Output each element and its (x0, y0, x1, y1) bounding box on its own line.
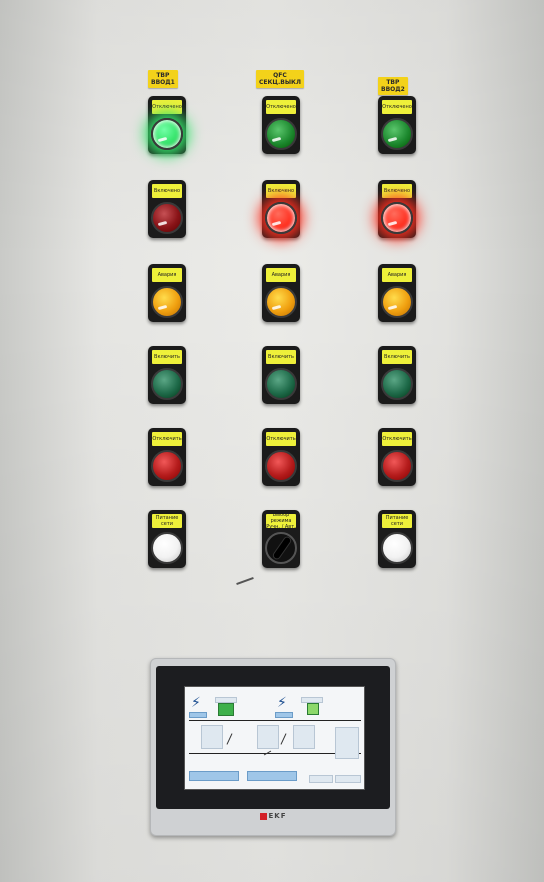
function-label: Включено (382, 184, 412, 198)
ekf-logo-icon (259, 812, 267, 820)
function-label: Отключено (382, 100, 412, 114)
indicator-lamp (381, 202, 413, 234)
indicator-lamp (381, 286, 413, 318)
function-label: Включено (266, 184, 296, 198)
hmi-screen-title (187, 689, 362, 694)
indicator-lamp (151, 118, 183, 150)
lamp-reflection (271, 304, 282, 311)
function-label: Отключить (382, 432, 412, 446)
function-label: Авария (152, 268, 182, 282)
brand-text: EKF (268, 812, 287, 820)
screen-button[interactable] (335, 775, 361, 783)
indicator-lamp (151, 286, 183, 318)
function-label: Отключено (152, 100, 182, 114)
input1-button[interactable] (189, 712, 207, 718)
indicator-lamp (265, 118, 297, 150)
lamp-reflection (387, 136, 398, 143)
input2-button[interactable] (275, 712, 293, 718)
breaker-line (280, 733, 287, 745)
load2-button[interactable] (247, 771, 297, 781)
push-button[interactable] (381, 368, 413, 400)
breaker-status-indicator (218, 703, 234, 716)
indicator-lamp (381, 118, 413, 150)
function-label: Авария (382, 268, 412, 282)
lamp-reflection (157, 136, 168, 143)
function-label: Выбор режима Ручн. / Авт. (266, 514, 296, 528)
function-label: Включено (152, 184, 182, 198)
section-tag-2: QFC СЕКЦ.ВЫКЛ (256, 70, 304, 88)
push-button[interactable] (381, 532, 413, 564)
screen-button[interactable] (309, 775, 333, 783)
indicator-lamp (265, 286, 297, 318)
lamp-reflection (271, 220, 282, 227)
function-label: Отключено (266, 100, 296, 114)
mode-panel (335, 727, 359, 759)
function-label: Отключить (266, 432, 296, 446)
power-tower-icon: ⚡ (277, 695, 287, 711)
lamp-reflection (387, 220, 398, 227)
function-label: Питание сети (152, 514, 182, 528)
function-label: Отключить (152, 432, 182, 446)
function-label: Включить (266, 350, 296, 364)
hmi-touch-panel[interactable]: ⚡ ⚡ EKF (150, 658, 396, 836)
breaker-panel (201, 725, 223, 749)
power-tower-icon: ⚡ (191, 695, 201, 711)
breaker-status-indicator (307, 703, 319, 715)
push-button[interactable] (265, 368, 297, 400)
section-tag-3: ТВР ВВОД2 (378, 77, 408, 95)
section-tag-1: ТВР ВВОД1 (148, 70, 178, 88)
indicator-lamp (265, 202, 297, 234)
function-label: Авария (266, 268, 296, 282)
mode-selector-switch[interactable] (265, 532, 297, 564)
lamp-reflection (387, 304, 398, 311)
busbar-line (189, 720, 361, 721)
function-label: Включить (152, 350, 182, 364)
breaker-panel (293, 725, 315, 749)
push-button[interactable] (151, 450, 183, 482)
push-button[interactable] (151, 532, 183, 564)
selector-handle[interactable] (272, 536, 292, 560)
push-button[interactable] (151, 368, 183, 400)
hmi-screen[interactable]: ⚡ ⚡ (184, 686, 365, 790)
brand-logo: EKF (151, 812, 395, 820)
lamp-reflection (157, 304, 168, 311)
push-button[interactable] (381, 450, 413, 482)
push-button[interactable] (265, 450, 297, 482)
hmi-bezel: ⚡ ⚡ (156, 666, 390, 809)
function-label: Питание сети (382, 514, 412, 528)
function-label: Включить (382, 350, 412, 364)
lamp-reflection (157, 220, 168, 227)
load1-button[interactable] (189, 771, 239, 781)
indicator-lamp (151, 202, 183, 234)
breaker-panel (257, 725, 279, 749)
breaker-line (226, 733, 233, 745)
lamp-reflection (271, 136, 282, 143)
